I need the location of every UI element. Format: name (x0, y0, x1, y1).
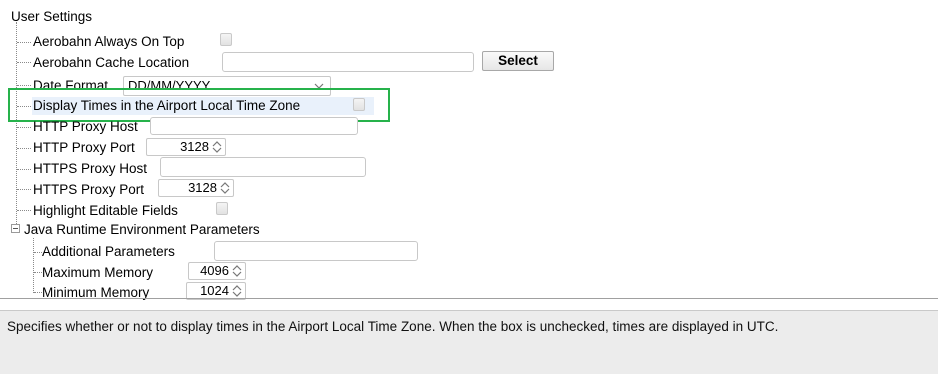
minimum-memory-value: 1024 (200, 283, 229, 298)
setting-cache-location-label[interactable]: Aerobahn Cache Location (33, 55, 189, 71)
setting-https-proxy-port-label[interactable]: HTTPS Proxy Port (33, 182, 144, 198)
highlight-editable-checkbox[interactable] (216, 202, 228, 215)
tree-branch (17, 169, 31, 170)
collapse-icon[interactable] (11, 224, 20, 233)
spinner-arrows-icon[interactable] (219, 181, 231, 195)
pane-separator (0, 298, 938, 299)
http-proxy-port-value: 3128 (180, 139, 209, 154)
setting-additional-parameters-label[interactable]: Additional Parameters (42, 244, 175, 260)
maximum-memory-spinner[interactable]: 4096 (188, 262, 246, 280)
tree-branch (34, 292, 42, 293)
https-proxy-port-spinner[interactable]: 3128 (158, 179, 234, 197)
setting-always-on-top-label[interactable]: Aerobahn Always On Top (33, 34, 184, 50)
tree-branch (17, 85, 31, 86)
maximum-memory-value: 4096 (200, 263, 229, 278)
spinner-arrows-icon[interactable] (231, 284, 243, 298)
tree-connector-jre (33, 238, 34, 293)
tree-branch (17, 42, 31, 43)
setting-https-proxy-host-label[interactable]: HTTPS Proxy Host (33, 161, 147, 177)
setting-highlight-editable-label[interactable]: Highlight Editable Fields (33, 203, 178, 219)
https-proxy-port-value: 3128 (188, 180, 217, 195)
tree-branch (17, 62, 31, 63)
tree-branch (34, 272, 42, 273)
tree-branch (17, 127, 31, 128)
tree-branch (17, 148, 31, 149)
setting-http-proxy-port-label[interactable]: HTTP Proxy Port (33, 140, 135, 156)
cache-location-field[interactable] (222, 52, 474, 72)
description-text: Specifies whether or not to display time… (7, 319, 779, 334)
http-proxy-host-field[interactable] (150, 117, 358, 135)
setting-http-proxy-host-label[interactable]: HTTP Proxy Host (33, 119, 138, 135)
spinner-arrows-icon[interactable] (231, 264, 243, 278)
https-proxy-host-field[interactable] (160, 157, 366, 177)
http-proxy-port-spinner[interactable]: 3128 (146, 138, 226, 156)
tree-connector (16, 22, 17, 230)
tree-root-label[interactable]: User Settings (11, 9, 92, 25)
description-panel: Specifies whether or not to display time… (0, 310, 938, 374)
setting-jre-parameters-label[interactable]: Java Runtime Environment Parameters (24, 222, 260, 238)
always-on-top-checkbox[interactable] (220, 33, 232, 46)
tree-branch (17, 210, 31, 211)
spinner-arrows-icon[interactable] (211, 140, 223, 154)
select-button[interactable]: Select (482, 51, 554, 71)
additional-parameters-field[interactable] (214, 241, 418, 261)
settings-tree: User Settings Aerobahn Always On Top Aer… (0, 0, 938, 300)
setting-maximum-memory-label[interactable]: Maximum Memory (42, 265, 153, 281)
tree-branch (34, 252, 42, 253)
tree-branch (17, 189, 31, 190)
